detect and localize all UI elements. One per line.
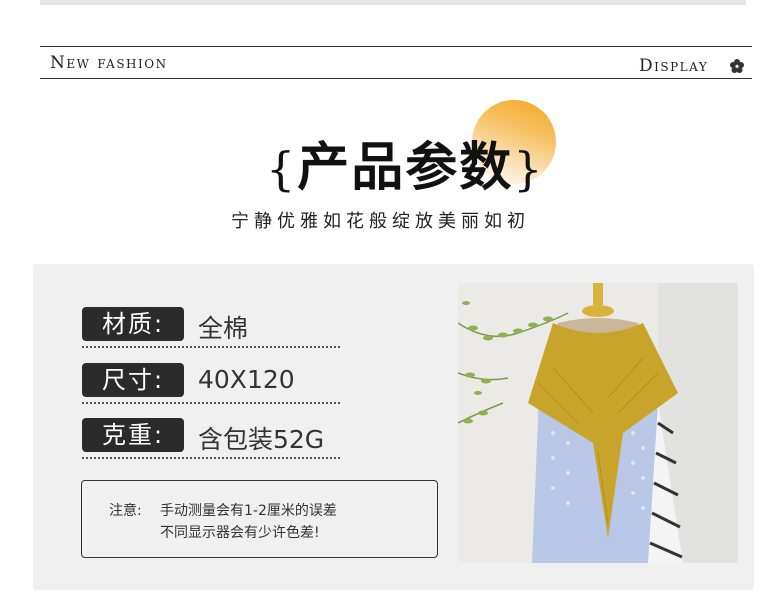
banner-bottom-rule (40, 78, 752, 79)
spec-value: 含包装52G (198, 425, 325, 454)
top-divider-strip (40, 0, 746, 5)
banner-top-rule (40, 46, 752, 47)
spec-value: 40X120 (198, 365, 295, 394)
spec-label: 尺寸: (82, 363, 184, 397)
spec-label: 材质: (82, 307, 184, 341)
title-text: 产品参数 (297, 137, 514, 198)
section-subtitle: 宁静优雅如花般绽放美丽如初 (231, 211, 530, 232)
brace-open: { (266, 142, 298, 196)
section-title: {产品参数} (266, 125, 545, 200)
brace-close: } (513, 142, 545, 196)
dotted-divider (82, 457, 340, 459)
dotted-divider (82, 346, 340, 348)
spec-value: 全棉 (198, 314, 249, 343)
note-box: 注意: 手动测量会有1-2厘米的误差 不同显示器会有少许色差! (81, 480, 438, 558)
flower-icon (730, 59, 744, 73)
note-line-1: 手动测量会有1-2厘米的误差 (160, 503, 337, 519)
product-photo (458, 283, 738, 563)
dotted-divider (82, 402, 340, 404)
banner-left-text: New fashion (50, 53, 168, 73)
spec-label: 克重: (82, 418, 184, 452)
banner-right-text: Display (639, 56, 709, 76)
note-line-2: 不同显示器会有少许色差! (160, 525, 320, 541)
note-prefix: 注意: (109, 503, 142, 519)
